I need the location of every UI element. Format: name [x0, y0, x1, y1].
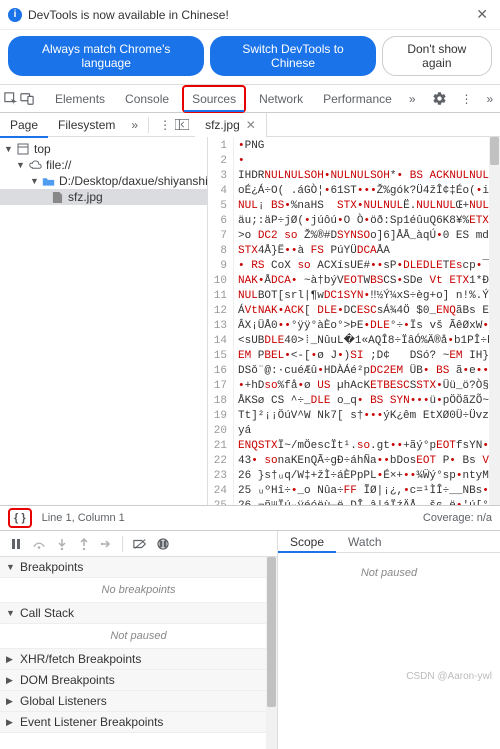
tree-file-origin[interactable]: ▼ file:// — [0, 157, 207, 173]
subtab-filesystem[interactable]: Filesystem — [48, 113, 125, 137]
event-listener-bp-section[interactable]: ▶Event Listener Breakpoints — [0, 712, 277, 733]
cloud-icon — [28, 160, 42, 170]
file-icon — [50, 191, 64, 204]
breakpoints-section[interactable]: ▼Breakpoints — [0, 557, 277, 578]
switch-chinese-button[interactable]: Switch DevTools to Chinese — [210, 36, 375, 76]
collapse-panel-icon[interactable] — [175, 119, 189, 130]
subtab-more[interactable]: » — [125, 118, 144, 132]
cursor-position: Line 1, Column 1 — [42, 512, 125, 524]
dom-breakpoints-section[interactable]: ▶DOM Breakpoints — [0, 670, 277, 691]
tree-file-label: sfz.jpg — [68, 190, 103, 204]
settings-gear-icon[interactable] — [426, 91, 453, 106]
file-tab-label: sfz.jpg — [205, 118, 240, 132]
pause-button[interactable] — [10, 538, 22, 550]
file-tab-sfz[interactable]: sfz.jpg ✕ — [195, 113, 267, 137]
line-gutter: 1234567891011121314151617181920212223242… — [208, 137, 234, 505]
divider — [122, 536, 123, 552]
watermark: CSDN @Aaron-ywl — [406, 671, 492, 682]
info-icon: i — [8, 8, 22, 22]
pretty-print-button[interactable]: { } — [8, 508, 32, 528]
callstack-section[interactable]: ▼Call Stack — [0, 603, 277, 624]
watch-tab[interactable]: Watch — [336, 531, 394, 552]
scope-not-paused: Not paused — [278, 557, 500, 749]
tree-file-label: file:// — [46, 158, 71, 172]
divider — [148, 117, 149, 133]
no-breakpoints-msg: No breakpoints — [0, 578, 277, 603]
scope-tab[interactable]: Scope — [278, 531, 336, 552]
tab-console[interactable]: Console — [116, 85, 178, 113]
step-over-button[interactable] — [32, 538, 46, 550]
deactivate-breakpoints-button[interactable] — [133, 538, 147, 550]
dbg-scrollbar[interactable] — [266, 557, 277, 749]
tree-top-label: top — [34, 142, 51, 156]
coverage-status: Coverage: n/a — [423, 512, 492, 524]
info-text: DevTools is now available in Chinese! — [28, 8, 466, 22]
step-into-button[interactable] — [56, 538, 68, 550]
inspect-icon[interactable] — [4, 92, 18, 106]
dont-show-button[interactable]: Don't show again — [382, 36, 492, 76]
tree-top[interactable]: ▼ top — [0, 141, 207, 157]
xhr-breakpoints-section[interactable]: ▶XHR/fetch Breakpoints — [0, 649, 277, 670]
step-button[interactable] — [100, 538, 112, 550]
global-listeners-section[interactable]: ▶Global Listeners — [0, 691, 277, 712]
tab-network[interactable]: Network — [250, 85, 312, 113]
editor-scrollbar[interactable] — [489, 137, 500, 505]
tab-sources[interactable]: Sources — [182, 85, 246, 113]
tree-folder-label: D:/Desktop/daxue/shiyanshi/Pr — [59, 174, 208, 188]
kebab-menu-icon[interactable]: ⋮ — [455, 92, 479, 106]
tab-elements[interactable]: Elements — [46, 85, 114, 113]
dock-side-button[interactable]: » — [481, 92, 500, 106]
tree-folder[interactable]: ▼ D:/Desktop/daxue/shiyanshi/Pr — [0, 173, 207, 189]
tab-performance[interactable]: Performance — [314, 85, 401, 113]
more-tabs-button[interactable]: » — [403, 92, 422, 106]
tree-file-sfz[interactable]: sfz.jpg — [0, 189, 207, 205]
subtab-page[interactable]: Page — [0, 113, 48, 137]
kebab-icon[interactable]: ⋮ — [159, 118, 171, 132]
code-content: •PNG•IHDRNULNULSOH•NULNULSOH*• BS ACKNUL… — [234, 137, 500, 505]
navigator-tree: ▼ top ▼ file:// ▼ D:/Desktop/daxue/shiya… — [0, 137, 208, 505]
folder-icon — [42, 176, 55, 187]
source-editor[interactable]: 1234567891011121314151617181920212223242… — [208, 137, 500, 505]
always-match-button[interactable]: Always match Chrome's language — [8, 36, 204, 76]
device-toggle-icon[interactable] — [20, 92, 34, 106]
callstack-not-paused: Not paused — [0, 624, 277, 649]
close-file-tab[interactable]: ✕ — [246, 118, 256, 132]
info-close-button[interactable]: ✕ — [472, 6, 492, 23]
frame-icon — [16, 143, 30, 155]
pause-exceptions-button[interactable] — [157, 538, 169, 550]
step-out-button[interactable] — [78, 538, 90, 550]
